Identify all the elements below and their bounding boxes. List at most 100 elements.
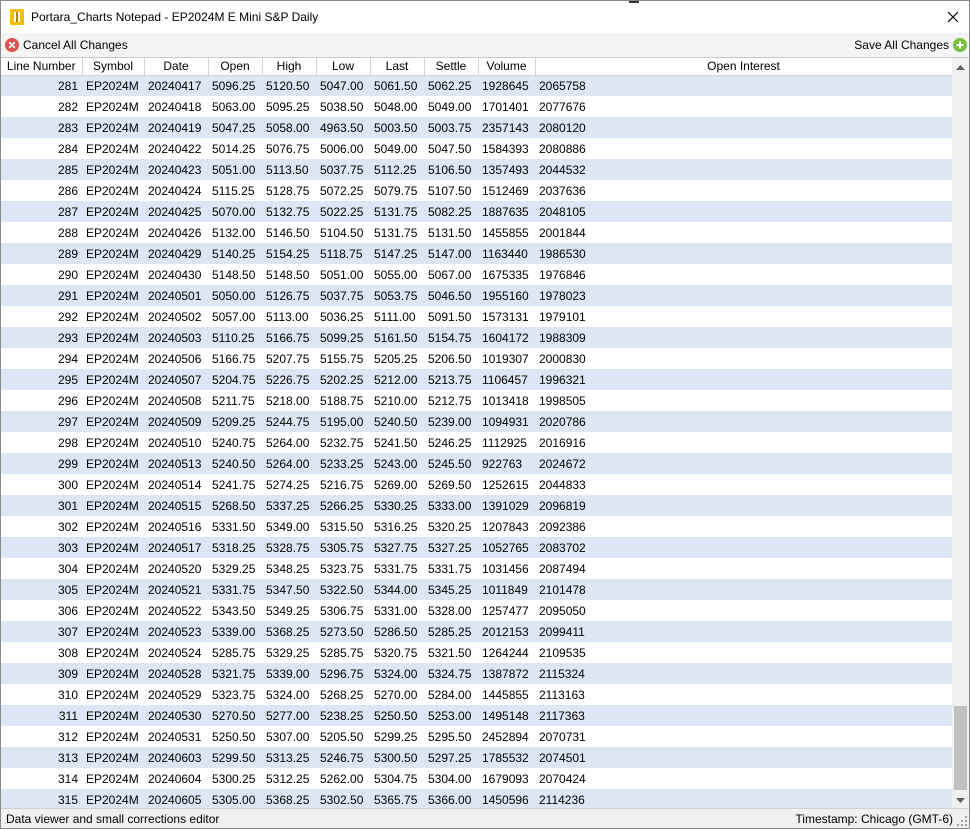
- column-header[interactable]: Symbol: [82, 58, 145, 76]
- table-cell[interactable]: 5003.75: [424, 117, 478, 138]
- table-cell[interactable]: 5226.75: [262, 369, 316, 390]
- table-cell[interactable]: 5161.50: [370, 327, 424, 348]
- table-cell[interactable]: 1573131: [478, 306, 535, 327]
- table-cell[interactable]: 5147.25: [370, 243, 424, 264]
- table-cell[interactable]: 5048.00: [370, 96, 424, 117]
- table-cell[interactable]: EP2024M: [82, 306, 144, 327]
- table-cell[interactable]: 5014.25: [208, 138, 262, 159]
- table-cell[interactable]: 5250.50: [370, 705, 424, 726]
- table-cell[interactable]: 5148.50: [208, 264, 262, 285]
- table-cell[interactable]: 5274.25: [262, 474, 316, 495]
- table-cell[interactable]: 5140.25: [208, 243, 262, 264]
- table-cell[interactable]: 5329.25: [262, 642, 316, 663]
- table-cell[interactable]: 5299.25: [370, 726, 424, 747]
- table-cell[interactable]: 5277.00: [262, 705, 316, 726]
- table-cell[interactable]: 288: [1, 222, 82, 243]
- table-cell[interactable]: 20240429: [144, 243, 208, 264]
- table-cell[interactable]: 1986530: [535, 243, 952, 264]
- table-cell[interactable]: 2044833: [535, 474, 952, 495]
- table-cell[interactable]: 20240603: [144, 747, 208, 768]
- table-cell[interactable]: 5113.00: [262, 306, 316, 327]
- table-cell[interactable]: 5206.50: [424, 348, 478, 369]
- column-header[interactable]: Open Interest: [535, 58, 952, 76]
- table-cell[interactable]: 5148.50: [262, 264, 316, 285]
- table-cell[interactable]: 5072.25: [316, 180, 370, 201]
- table-row[interactable]: 304 EP2024M 20240520 5329.25 5348.25 5323.75 5…: [1, 558, 952, 579]
- table-cell[interactable]: 5038.50: [316, 96, 370, 117]
- table-cell[interactable]: 5333.00: [424, 495, 478, 516]
- table-cell[interactable]: 5132.00: [208, 222, 262, 243]
- table-cell[interactable]: 5266.25: [316, 495, 370, 516]
- table-cell[interactable]: 5337.25: [262, 495, 316, 516]
- table-cell[interactable]: 5155.75: [316, 348, 370, 369]
- table-cell[interactable]: 20240515: [144, 495, 208, 516]
- table-cell[interactable]: 301: [1, 495, 82, 516]
- table-cell[interactable]: 5147.00: [424, 243, 478, 264]
- table-cell[interactable]: 5339.00: [208, 621, 262, 642]
- table-cell[interactable]: 1955160: [478, 285, 535, 306]
- table-row[interactable]: 287 EP2024M 20240425 5070.00 5132.75 5022.25 5…: [1, 201, 952, 222]
- table-cell[interactable]: 5269.00: [370, 474, 424, 495]
- table-cell[interactable]: 2000830: [535, 348, 952, 369]
- table-cell[interactable]: 5238.25: [316, 705, 370, 726]
- table-cell[interactable]: 5349.00: [262, 516, 316, 537]
- table-cell[interactable]: 5328.75: [262, 537, 316, 558]
- table-cell[interactable]: EP2024M: [82, 348, 144, 369]
- table-cell[interactable]: 5188.75: [316, 390, 370, 411]
- table-cell[interactable]: 306: [1, 600, 82, 621]
- table-cell[interactable]: 5050.00: [208, 285, 262, 306]
- table-row[interactable]: 303 EP2024M 20240517 5318.25 5328.75 5305.75 5…: [1, 537, 952, 558]
- table-cell[interactable]: 5003.50: [370, 117, 424, 138]
- table-cell[interactable]: 5285.75: [316, 642, 370, 663]
- table-cell[interactable]: 20240520: [144, 558, 208, 579]
- table-cell[interactable]: 5331.75: [424, 558, 478, 579]
- table-cell[interactable]: 5106.50: [424, 159, 478, 180]
- table-cell[interactable]: 20240425: [144, 201, 208, 222]
- table-cell[interactable]: 2357143: [478, 117, 535, 138]
- table-cell[interactable]: 5070.00: [208, 201, 262, 222]
- table-cell[interactable]: 1455855: [478, 222, 535, 243]
- table-cell[interactable]: 5051.00: [208, 159, 262, 180]
- table-cell[interactable]: 2092386: [535, 516, 952, 537]
- table-cell[interactable]: 2070731: [535, 726, 952, 747]
- table-cell[interactable]: 1512469: [478, 180, 535, 201]
- table-cell[interactable]: 300: [1, 474, 82, 495]
- table-cell[interactable]: 20240517: [144, 537, 208, 558]
- table-cell[interactable]: 2115324: [535, 663, 952, 684]
- table-cell[interactable]: 309: [1, 663, 82, 684]
- table-cell[interactable]: 5295.50: [424, 726, 478, 747]
- table-cell[interactable]: EP2024M: [82, 684, 144, 705]
- table-cell[interactable]: 20240424: [144, 180, 208, 201]
- table-cell[interactable]: 298: [1, 432, 82, 453]
- table-cell[interactable]: 5321.50: [424, 642, 478, 663]
- table-cell[interactable]: 5343.50: [208, 600, 262, 621]
- table-cell[interactable]: 1106457: [478, 369, 535, 390]
- table-cell[interactable]: 5126.75: [262, 285, 316, 306]
- table-row[interactable]: 282 EP2024M 20240418 5063.00 5095.25 5038.50 5…: [1, 96, 952, 117]
- table-row[interactable]: 300 EP2024M 20240514 5241.75 5274.25 5216.75 5…: [1, 474, 952, 495]
- table-cell[interactable]: 5244.75: [262, 411, 316, 432]
- table-cell[interactable]: 5307.00: [262, 726, 316, 747]
- table-cell[interactable]: EP2024M: [82, 495, 144, 516]
- table-cell[interactable]: 5104.50: [316, 222, 370, 243]
- table-row[interactable]: 293 EP2024M 20240503 5110.25 5166.75 5099.25 5…: [1, 327, 952, 348]
- table-row[interactable]: 302 EP2024M 20240516 5331.50 5349.00 5315.50 5…: [1, 516, 952, 537]
- table-cell[interactable]: 292: [1, 306, 82, 327]
- table-cell[interactable]: EP2024M: [82, 411, 144, 432]
- column-header[interactable]: Volume: [478, 58, 536, 76]
- table-cell[interactable]: 2095050: [535, 600, 952, 621]
- table-cell[interactable]: 307: [1, 621, 82, 642]
- table-cell[interactable]: 5037.75: [316, 159, 370, 180]
- table-cell[interactable]: 5233.25: [316, 453, 370, 474]
- table-cell[interactable]: 5250.50: [208, 726, 262, 747]
- table-cell[interactable]: EP2024M: [82, 222, 144, 243]
- table-cell[interactable]: EP2024M: [82, 474, 144, 495]
- cancel-all-changes-button[interactable]: Cancel All Changes: [5, 35, 128, 55]
- table-cell[interactable]: 20240604: [144, 768, 208, 789]
- table-cell[interactable]: EP2024M: [82, 537, 144, 558]
- table-cell[interactable]: 293: [1, 327, 82, 348]
- table-cell[interactable]: 20240501: [144, 285, 208, 306]
- table-cell[interactable]: 20240530: [144, 705, 208, 726]
- table-row[interactable]: 306 EP2024M 20240522 5343.50 5349.25 5306.75 5…: [1, 600, 952, 621]
- table-cell[interactable]: EP2024M: [82, 621, 144, 642]
